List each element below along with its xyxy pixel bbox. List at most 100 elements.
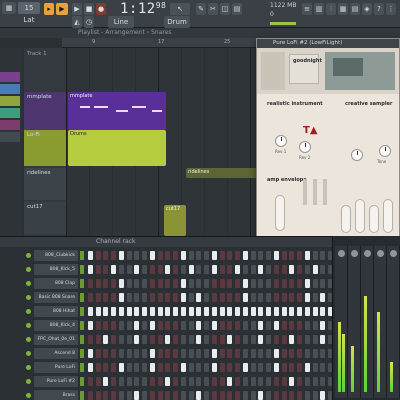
step-button[interactable] [134, 391, 139, 400]
step-button[interactable] [157, 391, 163, 400]
record-button[interactable]: ● [96, 3, 106, 15]
step-button[interactable] [243, 349, 248, 358]
step-button[interactable] [289, 363, 294, 372]
step-button[interactable] [258, 265, 263, 274]
step-button[interactable] [250, 265, 256, 274]
channel-name-button[interactable]: Ascend 8 [34, 348, 78, 359]
env-slider[interactable] [341, 205, 351, 233]
step-button[interactable] [181, 265, 186, 274]
step-button[interactable] [126, 377, 132, 386]
channel-name-button[interactable]: Pure LoFi #2 [34, 376, 78, 387]
piano-roll-icon[interactable]: ▦ [338, 3, 348, 15]
step-button[interactable] [274, 307, 279, 316]
channel-select-light[interactable] [80, 307, 84, 316]
step-button[interactable] [119, 251, 124, 260]
step-button[interactable] [250, 377, 256, 386]
step-button[interactable] [219, 251, 225, 260]
step-button[interactable] [219, 307, 225, 316]
step-button[interactable] [141, 251, 147, 260]
step-button[interactable] [203, 307, 209, 316]
step-button[interactable] [243, 293, 248, 302]
step-button[interactable] [103, 321, 108, 330]
step-button[interactable] [188, 349, 194, 358]
step-button[interactable] [265, 293, 271, 302]
step-button[interactable] [243, 279, 248, 288]
step-button[interactable] [103, 251, 108, 260]
tool-icon-3[interactable]: ◫ [220, 3, 230, 15]
step-button[interactable] [88, 377, 93, 386]
step-button[interactable] [312, 307, 318, 316]
step-button[interactable] [250, 363, 256, 372]
step-button[interactable] [95, 335, 101, 344]
step-button[interactable] [188, 391, 194, 400]
step-button[interactable] [274, 377, 279, 386]
sampler-knob[interactable] [351, 149, 363, 161]
step-button[interactable] [181, 391, 186, 400]
clip-purple[interactable]: mmplate [68, 92, 166, 130]
channel-name-button[interactable]: FPC_Ohat_0e_01 [34, 334, 78, 345]
step-button[interactable] [172, 391, 178, 400]
step-button[interactable] [88, 279, 93, 288]
channel-select-light[interactable] [80, 391, 84, 400]
step-button[interactable] [150, 349, 155, 358]
pattern-swatch[interactable] [0, 84, 20, 94]
channel-mute-led[interactable] [26, 323, 31, 328]
channel-name-button[interactable]: Basic 808 Snare [34, 292, 78, 303]
step-button[interactable] [110, 307, 116, 316]
step-button[interactable] [134, 265, 139, 274]
step-button[interactable] [103, 363, 108, 372]
step-button[interactable] [281, 293, 287, 302]
step-button[interactable] [126, 279, 132, 288]
step-button[interactable] [320, 279, 325, 288]
step-button[interactable] [305, 363, 310, 372]
step-button[interactable] [150, 293, 155, 302]
step-button[interactable] [103, 349, 108, 358]
step-button[interactable] [181, 293, 186, 302]
channel-name-button[interactable]: 808_Kick_5 [34, 264, 78, 275]
step-button[interactable] [274, 391, 279, 400]
step-button[interactable] [110, 279, 116, 288]
step-button[interactable] [305, 251, 310, 260]
step-button[interactable] [110, 321, 116, 330]
step-button[interactable] [305, 377, 310, 386]
step-button[interactable] [212, 265, 217, 274]
channel-name-button[interactable]: Pure LoFi [34, 362, 78, 373]
step-button[interactable] [227, 335, 232, 344]
play-button[interactable]: ▶ [72, 3, 82, 15]
step-button[interactable] [181, 307, 186, 316]
step-button[interactable] [103, 293, 108, 302]
step-button[interactable] [157, 335, 163, 344]
step-button[interactable] [88, 321, 93, 330]
step-button[interactable] [320, 349, 325, 358]
step-button[interactable] [119, 279, 124, 288]
step-button[interactable] [243, 251, 248, 260]
step-button[interactable] [296, 363, 302, 372]
pan-knob[interactable] [377, 250, 384, 257]
help-icon[interactable]: ? [374, 3, 384, 15]
track-header-2[interactable]: Lo-Fi [24, 130, 66, 166]
step-button[interactable] [95, 293, 101, 302]
step-button[interactable] [119, 391, 124, 400]
step-button[interactable] [296, 279, 302, 288]
step-button[interactable] [157, 279, 163, 288]
step-button[interactable] [157, 321, 163, 330]
step-button[interactable] [289, 349, 294, 358]
playlist-icon[interactable]: ▤ [350, 3, 360, 15]
step-button[interactable] [103, 335, 108, 344]
step-button[interactable] [320, 293, 325, 302]
step-button[interactable] [312, 349, 318, 358]
step-button[interactable] [312, 279, 318, 288]
pan-knob[interactable] [351, 250, 358, 257]
step-button[interactable] [250, 391, 256, 400]
step-button[interactable] [165, 279, 170, 288]
step-button[interactable] [227, 349, 232, 358]
step-button[interactable] [165, 363, 170, 372]
step-button[interactable] [172, 335, 178, 344]
step-button[interactable] [258, 335, 263, 344]
tool-icon-4[interactable]: ▤ [232, 3, 242, 15]
pattern-mode-button[interactable]: ▸ [44, 3, 54, 15]
step-button[interactable] [265, 321, 271, 330]
step-button[interactable] [134, 293, 139, 302]
pattern-swatch[interactable] [0, 120, 20, 130]
step-button[interactable] [196, 377, 201, 386]
